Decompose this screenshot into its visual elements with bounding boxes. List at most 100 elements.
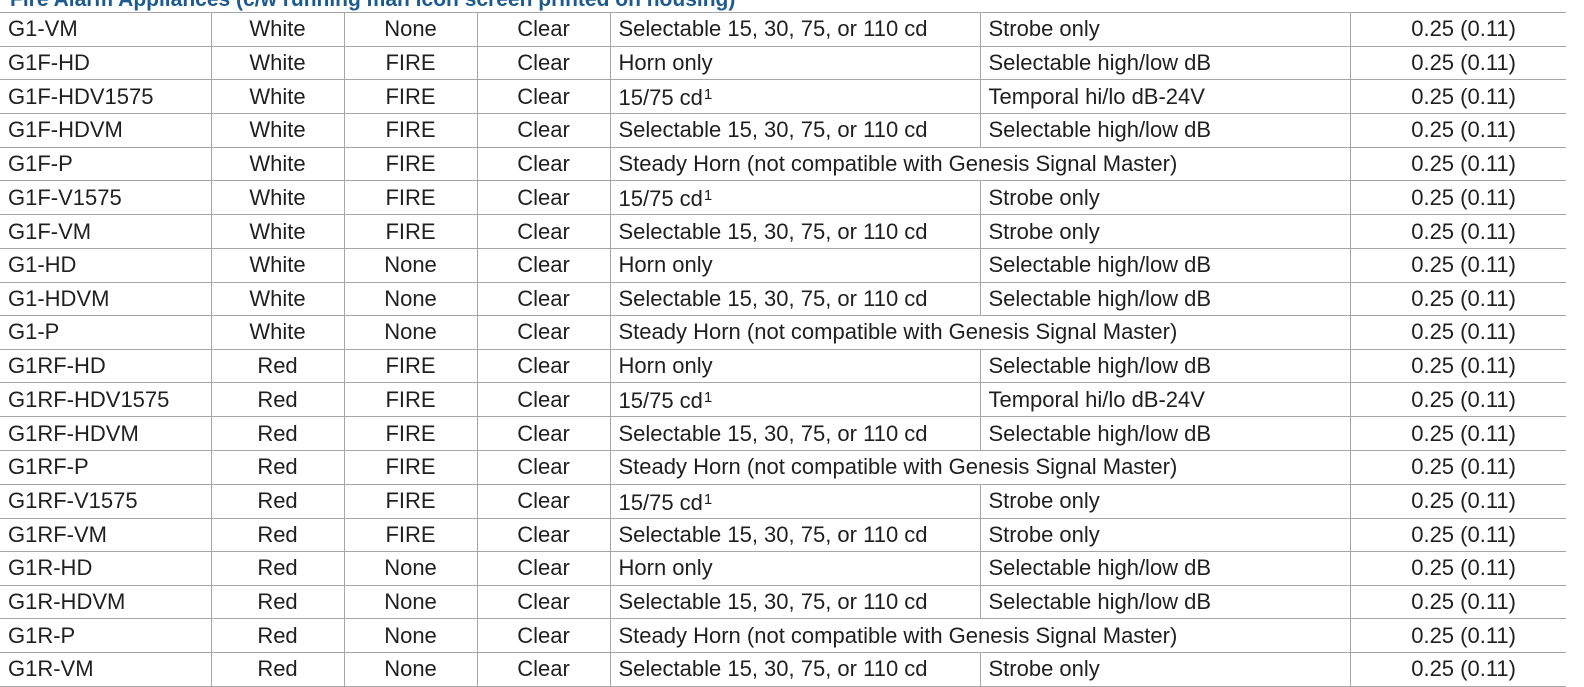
color-cell: Red: [210, 618, 345, 653]
lens-cell: Clear: [476, 651, 611, 687]
color-cell: Red: [210, 483, 345, 519]
lens-cell: Clear: [476, 281, 611, 317]
lens-cell: Clear: [476, 12, 611, 47]
footnote-mark: 1: [703, 389, 713, 407]
strobe-cell: Selectable 15, 30, 75, or 110 cd: [609, 281, 981, 317]
audible-cell: Selectable high/low dB: [979, 113, 1351, 148]
lens-cell: Clear: [476, 416, 611, 451]
weight-cell: 0.25 (0.11): [1349, 247, 1566, 283]
table-body: G1-VM White None Clear Selectable 15, 30, 75…: [0, 12, 1566, 687]
strobe-cell: Selectable 15, 30, 75, or 110 cd: [609, 113, 981, 148]
strobe-text: Selectable 15, 30, 75, or 110 cd: [618, 285, 928, 311]
weight-cell: 0.25 (0.11): [1349, 382, 1566, 418]
color-cell: White: [210, 113, 345, 148]
strobe-cell: 15/75 cd1: [609, 79, 981, 115]
strobe-cell: Horn only: [609, 247, 981, 283]
strobe-text: Horn only: [618, 49, 713, 75]
color-cell: Red: [210, 651, 345, 687]
weight-cell: 0.25 (0.11): [1349, 584, 1566, 620]
table-row: G1R-HDVM Red None Clear Selectable 15, 30, 7…: [0, 584, 1566, 620]
lens-cell: Clear: [476, 146, 611, 182]
audible-cell: Strobe only: [979, 12, 1351, 47]
lens-cell: Clear: [476, 113, 611, 148]
audible-cell: Selectable high/low dB: [979, 416, 1351, 451]
weight-cell: 0.25 (0.11): [1349, 113, 1566, 148]
model-cell: G1F-P: [0, 146, 212, 182]
color-cell: Red: [210, 382, 345, 418]
strobe-text: Selectable 15, 30, 75, or 110 cd: [618, 589, 928, 615]
lens-cell: Clear: [476, 584, 611, 620]
lens-cell: Clear: [476, 551, 611, 586]
strobe-cell: Selectable 15, 30, 75, or 110 cd: [609, 584, 981, 620]
color-cell: White: [210, 315, 345, 350]
model-cell: G1-VM: [0, 12, 212, 47]
description-cell: Steady Horn (not compatible with Genesis…: [609, 449, 1351, 485]
color-cell: Red: [210, 348, 345, 384]
color-cell: White: [210, 180, 345, 216]
model-cell: G1RF-HDV1575: [0, 382, 212, 418]
strobe-cell: Horn only: [609, 348, 981, 384]
audible-cell: Selectable high/low dB: [979, 281, 1351, 317]
marking-cell: FIRE: [343, 483, 478, 519]
marking-cell: FIRE: [343, 79, 478, 115]
marking-cell: FIRE: [343, 45, 478, 81]
model-cell: G1-HDVM: [0, 281, 212, 317]
audible-cell: Strobe only: [979, 517, 1351, 553]
strobe-text: 15/75 cd: [618, 85, 703, 111]
marking-cell: None: [343, 315, 478, 350]
weight-cell: 0.25 (0.11): [1349, 348, 1566, 384]
color-cell: Red: [210, 449, 345, 485]
lens-cell: Clear: [476, 315, 611, 350]
color-cell: White: [210, 247, 345, 283]
audible-cell: Strobe only: [979, 651, 1351, 687]
marking-cell: None: [343, 247, 478, 283]
weight-cell: 0.25 (0.11): [1349, 315, 1566, 350]
table-row: G1F-HDV1575 White FIRE Clear 15/75 cd1 Tempor…: [0, 79, 1566, 115]
lens-cell: Clear: [476, 247, 611, 283]
audible-cell: Selectable high/low dB: [979, 247, 1351, 283]
marking-cell: None: [343, 618, 478, 653]
table-row: G1F-VM White FIRE Clear Selectable 15, 30, 7…: [0, 214, 1566, 249]
strobe-text: Selectable 15, 30, 75, or 110 cd: [618, 117, 928, 143]
lens-cell: Clear: [476, 483, 611, 519]
model-cell: G1RF-VM: [0, 517, 212, 553]
strobe-text: Selectable 15, 30, 75, or 110 cd: [618, 656, 928, 682]
weight-cell: 0.25 (0.11): [1349, 281, 1566, 317]
strobe-text: Horn only: [618, 252, 713, 278]
marking-cell: FIRE: [343, 214, 478, 249]
color-cell: Red: [210, 416, 345, 451]
weight-cell: 0.25 (0.11): [1349, 180, 1566, 216]
marking-cell: None: [343, 281, 478, 317]
model-cell: G1RF-HD: [0, 348, 212, 384]
weight-cell: 0.25 (0.11): [1349, 517, 1566, 553]
strobe-cell: Selectable 15, 30, 75, or 110 cd: [609, 214, 981, 249]
weight-cell: 0.25 (0.11): [1349, 12, 1566, 47]
marking-cell: FIRE: [343, 113, 478, 148]
marking-cell: None: [343, 12, 478, 47]
weight-cell: 0.25 (0.11): [1349, 146, 1566, 182]
table-row: G1-HDVM White None Clear Selectable 15, 30, …: [0, 281, 1566, 317]
marking-cell: FIRE: [343, 382, 478, 418]
table-row: G1RF-HDV1575 Red FIRE Clear 15/75 cd1 Tempora…: [0, 382, 1566, 418]
weight-cell: 0.25 (0.11): [1349, 79, 1566, 115]
table-row: G1R-P Red None Clear Steady Horn (not compat…: [0, 618, 1566, 653]
table-row: G1RF-VM Red FIRE Clear Selectable 15, 30, 75…: [0, 517, 1566, 553]
lens-cell: Clear: [476, 214, 611, 249]
footnote-mark: 1: [703, 86, 713, 104]
strobe-text: 15/75 cd: [618, 489, 703, 515]
strobe-text: Selectable 15, 30, 75, or 110 cd: [618, 218, 928, 244]
table-row: G1RF-V1575 Red FIRE Clear 15/75 cd1 Strobe on…: [0, 483, 1566, 519]
color-cell: White: [210, 281, 345, 317]
table-row: G1R-HD Red None Clear Horn only Selectable hi…: [0, 551, 1566, 586]
strobe-cell: Horn only: [609, 551, 981, 586]
strobe-text: Selectable 15, 30, 75, or 110 cd: [618, 420, 928, 446]
audible-cell: Selectable high/low dB: [979, 584, 1351, 620]
model-cell: G1F-HD: [0, 45, 212, 81]
footnote-mark: 1: [703, 490, 713, 508]
model-cell: G1F-VM: [0, 214, 212, 249]
color-cell: White: [210, 79, 345, 115]
weight-cell: 0.25 (0.11): [1349, 651, 1566, 687]
model-cell: G1RF-V1575: [0, 483, 212, 519]
strobe-text: Horn only: [618, 353, 713, 379]
weight-cell: 0.25 (0.11): [1349, 214, 1566, 249]
